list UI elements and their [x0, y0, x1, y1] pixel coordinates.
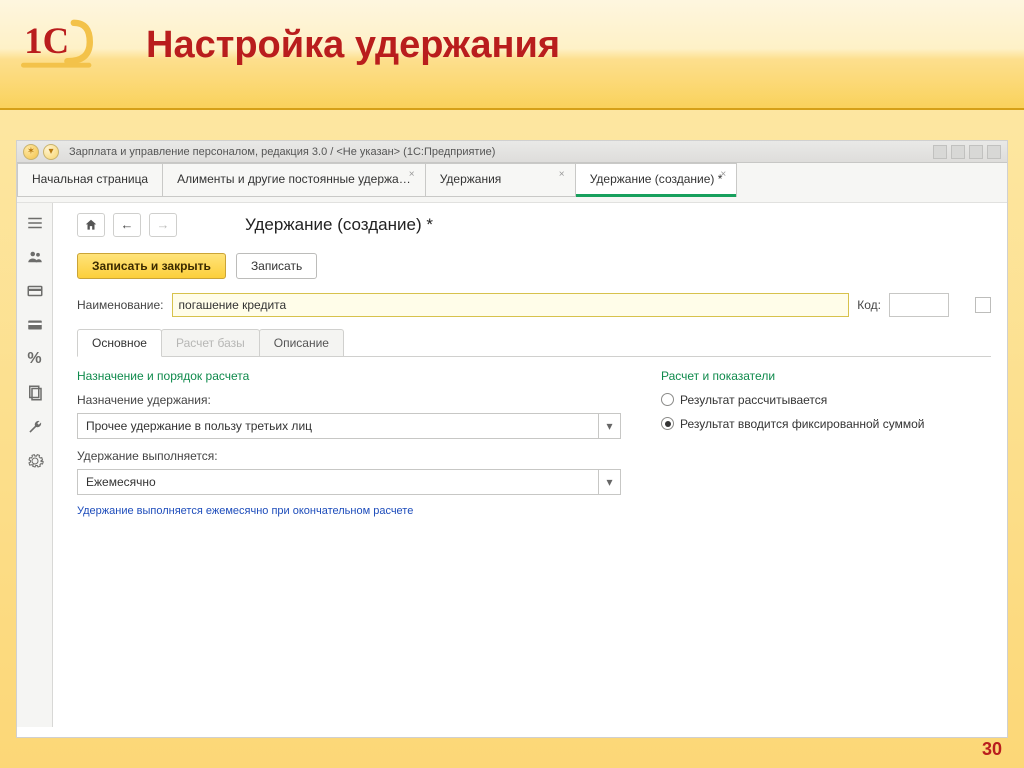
period-hint: Удержание выполняется ежемесячно при око… [77, 505, 621, 517]
radio-result-calculated[interactable]: Результат рассчитывается [661, 393, 991, 407]
tab-start-page[interactable]: Начальная страница [17, 163, 163, 197]
app-titlebar: ✶ ▾ Зарплата и управление персоналом, ре… [17, 141, 1007, 163]
inner-tab-label: Описание [274, 336, 329, 350]
code-label: Код: [857, 298, 881, 312]
slide-title: Настройка удержания [146, 24, 560, 67]
close-icon[interactable]: × [409, 170, 419, 180]
home-button[interactable] [77, 213, 105, 237]
radio-label: Результат вводится фиксированной суммой [680, 417, 924, 431]
period-dropdown[interactable]: Ежемесячно ▾ [77, 469, 621, 495]
chevron-down-icon[interactable]: ▾ [598, 470, 620, 494]
app-dropdown-icon[interactable]: ▾ [43, 144, 59, 160]
people-icon[interactable] [24, 247, 46, 267]
card-icon[interactable] [24, 281, 46, 301]
purpose-dropdown[interactable]: Прочее удержание в пользу третьих лиц ▾ [77, 413, 621, 439]
app-window: ✶ ▾ Зарплата и управление персоналом, ре… [16, 140, 1008, 738]
page-title: Удержание (создание) * [245, 215, 433, 235]
tab-alimony[interactable]: Алименты и другие постоянные удержа… × [163, 163, 426, 197]
purpose-value: Прочее удержание в пользу третьих лиц [78, 414, 598, 438]
content-area: ← → Удержание (создание) * Записать и за… [53, 203, 1007, 727]
flag-checkbox[interactable] [975, 297, 991, 313]
close-icon[interactable]: × [559, 170, 569, 180]
radio-icon [661, 417, 674, 430]
tab-label: Удержание (создание) * [590, 172, 723, 186]
section-calc-heading: Расчет и показатели [661, 369, 991, 383]
tab-label: Алименты и другие постоянные удержа… [177, 172, 411, 186]
company-logo: 1C [16, 18, 106, 74]
titlebar-icon[interactable] [969, 145, 983, 159]
period-label: Удержание выполняется: [77, 449, 621, 463]
slide-header: 1C Настройка удержания [0, 0, 1024, 110]
tab-label: Удержания [440, 172, 502, 186]
titlebar-icon[interactable] [987, 145, 1001, 159]
tab-label: Начальная страница [32, 172, 148, 186]
section-purpose-heading: Назначение и порядок расчета [77, 369, 621, 383]
inner-tab-base[interactable]: Расчет базы [161, 329, 260, 356]
code-input[interactable] [889, 293, 949, 317]
radio-result-fixed[interactable]: Результат вводится фиксированной суммой [661, 417, 991, 431]
radio-icon [661, 393, 674, 406]
inner-tab-main[interactable]: Основное [77, 329, 162, 357]
app-title-text: Зарплата и управление персоналом, редакц… [69, 146, 495, 158]
radio-label: Результат рассчитывается [680, 393, 827, 407]
period-value: Ежемесячно [78, 470, 598, 494]
back-button[interactable]: ← [113, 213, 141, 237]
sidebar: % [17, 203, 53, 727]
document-tabs: Начальная страница Алименты и другие пос… [17, 163, 1007, 197]
wrench-icon[interactable] [24, 417, 46, 437]
name-input[interactable] [172, 293, 850, 317]
chevron-down-icon[interactable]: ▾ [598, 414, 620, 438]
gear-icon[interactable] [24, 451, 46, 471]
inner-tabs: Основное Расчет базы Описание [77, 329, 991, 357]
documents-icon[interactable] [24, 383, 46, 403]
svg-text:1C: 1C [24, 20, 69, 61]
close-icon[interactable]: × [720, 170, 730, 180]
percent-icon[interactable]: % [24, 349, 46, 369]
inner-tab-description[interactable]: Описание [259, 329, 344, 356]
save-button[interactable]: Записать [236, 253, 317, 279]
inner-tab-label: Расчет базы [176, 336, 245, 350]
save-and-close-button[interactable]: Записать и закрыть [77, 253, 226, 279]
forward-button[interactable]: → [149, 213, 177, 237]
purpose-label: Назначение удержания: [77, 393, 621, 407]
titlebar-icon[interactable] [933, 145, 947, 159]
tab-deductions[interactable]: Удержания × [426, 163, 576, 197]
tab-deduction-create[interactable]: Удержание (создание) * × [576, 163, 738, 197]
titlebar-icon[interactable] [951, 145, 965, 159]
inner-tab-label: Основное [92, 336, 147, 350]
slide-page-number: 30 [982, 739, 1002, 760]
name-label: Наименование: [77, 298, 164, 312]
card-dark-icon[interactable] [24, 315, 46, 335]
app-menu-icon[interactable]: ✶ [23, 144, 39, 160]
menu-icon[interactable] [24, 213, 46, 233]
